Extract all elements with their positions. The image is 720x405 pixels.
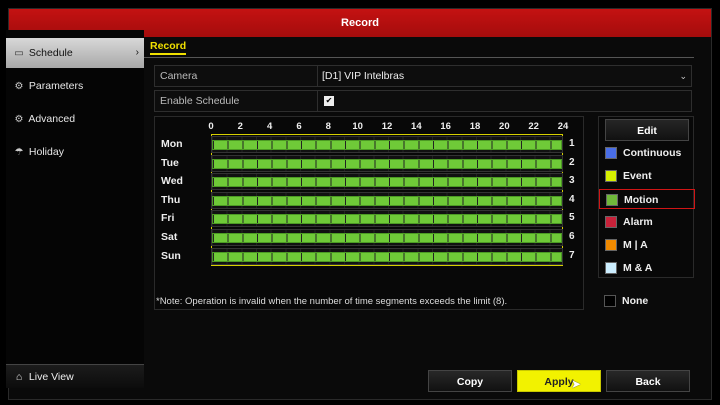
sidebar: ▭ Schedule › ⚙ Parameters ⚙ Advanced ☂ H… (6, 30, 144, 387)
motion-segment-bar[interactable] (212, 177, 562, 188)
live-view-label: Live View (28, 371, 74, 383)
copy-button[interactable]: Copy (428, 370, 512, 392)
day-label: Wed (161, 175, 183, 188)
legend-swatch (606, 194, 618, 206)
day-track[interactable] (211, 229, 563, 246)
hour-label: 2 (237, 121, 243, 132)
motion-segment-bar[interactable] (212, 233, 562, 243)
day-track[interactable] (211, 173, 563, 191)
motion-segment-bar[interactable] (212, 140, 562, 150)
sidebar-item-label: Holiday (28, 146, 64, 158)
day-index-label: 1 (569, 138, 575, 149)
legend-item-m-a[interactable]: M | A (605, 235, 691, 255)
legend-item-label: M | A (623, 239, 648, 251)
parameters-icon: ⚙ (14, 81, 24, 92)
enable-schedule-row: Enable Schedule ✔ (154, 90, 692, 112)
legend-item-event[interactable]: Event (605, 166, 691, 186)
motion-segment-bar[interactable] (212, 251, 562, 262)
legend-item-label: Motion (624, 194, 659, 206)
hour-label: 0 (208, 121, 214, 132)
legend-panel: Edit Continuous Event Motion Alarm M | A M & … (598, 116, 695, 278)
hour-label: 8 (325, 121, 331, 132)
schedule-icon: ▭ (14, 48, 24, 59)
day-label: Sun (161, 249, 181, 262)
legend-item-m-a[interactable]: M & A (605, 258, 691, 278)
day-label: Thu (161, 193, 181, 206)
tab-record[interactable]: Record (150, 40, 187, 55)
sidebar-item-parameters[interactable]: ⚙ Parameters (6, 71, 144, 101)
day-index-label: 4 (569, 193, 575, 205)
live-view-button[interactable]: ⌂ Live View (6, 364, 144, 388)
legend-swatch (605, 239, 617, 251)
day-track[interactable] (211, 210, 563, 228)
legend-item-motion[interactable]: Motion (599, 189, 695, 209)
sidebar-item-holiday[interactable]: ☂ Holiday (6, 137, 144, 167)
sidebar-item-advanced[interactable]: ⚙ Advanced (6, 104, 144, 134)
day-track[interactable] (211, 247, 563, 265)
enable-schedule-label: Enable Schedule (160, 95, 240, 107)
edit-button[interactable]: Edit (605, 119, 689, 141)
enable-schedule-cell: ✔ (317, 91, 691, 111)
back-button[interactable]: Back (606, 370, 690, 392)
motion-segment-bar[interactable] (212, 158, 562, 169)
sidebar-item-label: Schedule (28, 47, 73, 59)
day-label: Fri (161, 212, 175, 225)
day-track[interactable] (211, 154, 563, 172)
hour-label: 24 (557, 121, 569, 132)
camera-row: Camera [D1] VIP Intelbras ⌄ (154, 65, 692, 87)
motion-segment-bar[interactable] (212, 214, 562, 225)
enable-schedule-checkbox[interactable]: ✔ (324, 96, 334, 106)
none-swatch (604, 295, 616, 307)
hour-label: 6 (296, 121, 302, 132)
legend-item-label: Continuous (623, 147, 682, 159)
day-label: Tue (161, 156, 179, 169)
legend-item-none[interactable]: None (604, 291, 690, 311)
day-index-label: 5 (569, 212, 575, 224)
chevron-down-icon: ⌄ (679, 71, 687, 81)
legend-item-label: Event (623, 170, 652, 182)
camera-select-value: [D1] VIP Intelbras (322, 70, 405, 82)
hour-label: 12 (381, 121, 393, 132)
hour-label: 10 (352, 121, 363, 132)
holiday-icon: ☂ (14, 147, 24, 158)
legend-item-label: Alarm (623, 216, 653, 228)
day-index-label: 6 (569, 231, 575, 242)
hour-label: 16 (440, 121, 451, 132)
hour-label: 22 (528, 121, 539, 132)
camera-label: Camera (160, 70, 198, 82)
sidebar-item-label: Advanced (28, 113, 76, 125)
day-index-label: 3 (569, 175, 575, 187)
legend-item-label: None (622, 295, 649, 307)
day-index-label: 2 (569, 156, 575, 168)
hour-label: 4 (267, 121, 273, 132)
legend-swatch (605, 262, 617, 274)
day-index-label: 7 (569, 249, 575, 261)
camera-select[interactable]: [D1] VIP Intelbras ⌄ (317, 66, 691, 86)
chevron-right-icon: › (135, 47, 139, 58)
hour-label: 14 (411, 121, 422, 132)
segment-limit-note: *Note: Operation is invalid when the num… (156, 296, 508, 307)
legend-item-alarm[interactable]: Alarm (605, 212, 691, 232)
legend-swatch (605, 170, 617, 182)
day-track[interactable] (211, 136, 563, 153)
legend-swatch (605, 216, 617, 228)
home-icon: ⌂ (15, 371, 23, 383)
sidebar-item-schedule[interactable]: ▭ Schedule › (6, 38, 144, 68)
apply-button[interactable]: Apply (517, 370, 601, 392)
motion-segment-bar[interactable] (212, 195, 562, 206)
legend-item-label: M & A (623, 262, 653, 274)
sidebar-item-label: Parameters (28, 80, 84, 92)
day-track[interactable] (211, 191, 563, 209)
legend-item-continuous[interactable]: Continuous (605, 143, 691, 163)
tab-bar: Record (144, 36, 694, 58)
day-label: Mon (161, 138, 183, 150)
legend-swatch (605, 147, 617, 159)
advanced-icon: ⚙ (14, 114, 24, 125)
day-label: Sat (161, 231, 178, 243)
hour-label: 20 (499, 121, 510, 132)
hour-label: 18 (469, 121, 481, 132)
schedule-grid[interactable]: 0 2 4 6 8 10 12 14 16 18 20 22 24 Mon 1 Tue 2 Wed 3 Thu 4 Fr… (154, 116, 584, 310)
hour-axis: 0 2 4 6 8 10 12 14 16 18 20 22 24 (155, 121, 585, 133)
mouse-cursor-icon: ➤ (571, 377, 582, 391)
